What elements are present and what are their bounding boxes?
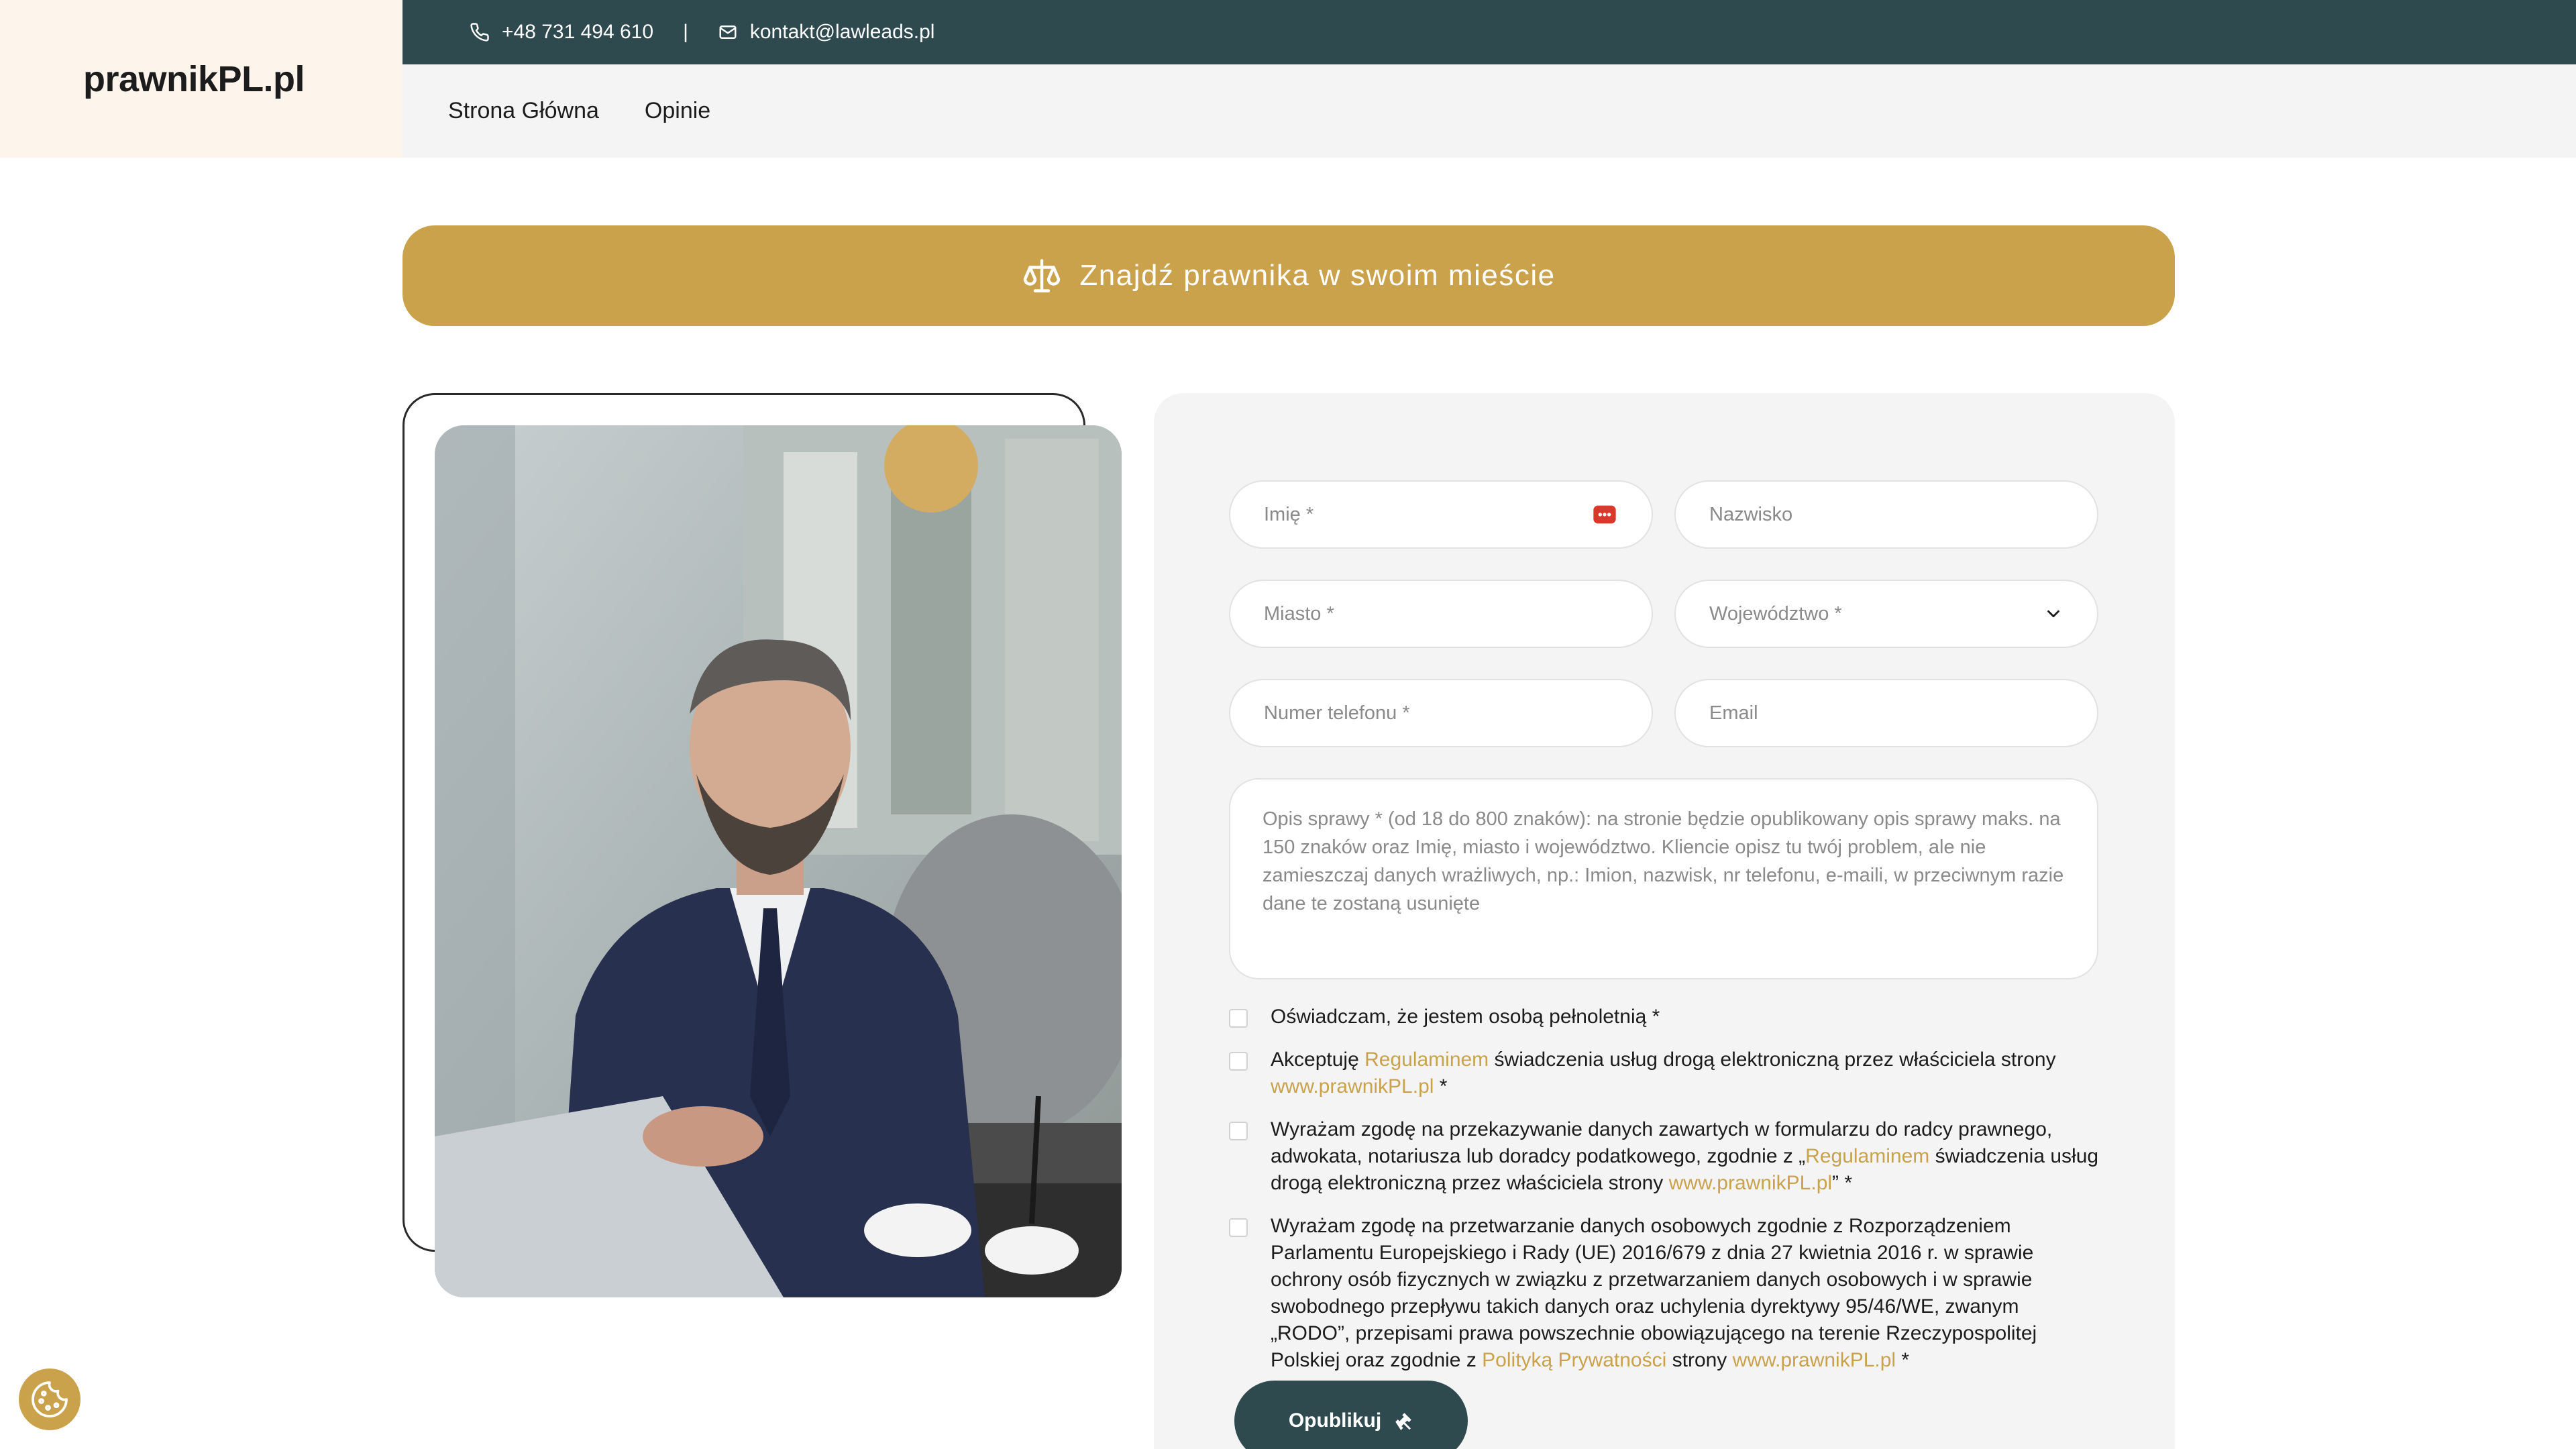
phone-icon — [470, 23, 489, 42]
consent-gdpr-required: * — [1896, 1349, 1910, 1371]
first-name-placeholder: Imię * — [1264, 503, 1314, 525]
email-contact[interactable]: kontakt@lawleads.pl — [718, 21, 935, 44]
cookie-icon — [32, 1381, 68, 1417]
consent-adult-checkbox[interactable] — [1229, 1009, 1248, 1028]
case-description-placeholder: Opis sprawy * (od 18 do 800 znaków): na … — [1263, 808, 2064, 914]
consent-transfer-required: ” * — [1832, 1172, 1853, 1194]
find-lawyer-banner: Znajdź prawnika w swoim mieście — [402, 225, 2175, 326]
email-placeholder: Email — [1709, 702, 1758, 724]
password-manager-icon[interactable] — [1591, 501, 1618, 528]
last-name-placeholder: Nazwisko — [1709, 503, 1793, 525]
consent-terms-label: Akceptuję Regulaminem świadczenia usług … — [1271, 1046, 2101, 1100]
city-input[interactable]: Miasto * — [1229, 580, 1653, 648]
nav-reviews[interactable]: Opinie — [645, 98, 710, 124]
consent-gdpr-text: Wyrażam zgodę na przetwarzanie danych os… — [1271, 1215, 2037, 1371]
privacy-policy-link[interactable]: Polityką Prywatności — [1482, 1349, 1666, 1371]
case-description-textarea[interactable]: Opis sprawy * (od 18 do 800 znaków): na … — [1229, 778, 2098, 979]
banner-title: Znajdź prawnika w swoim mieście — [1079, 259, 1556, 292]
phone-number: +48 731 494 610 — [502, 21, 654, 43]
consents-list: Oświadczam, że jestem osobą pełnoletnią … — [1229, 1004, 2101, 1390]
voivodeship-placeholder: Województwo * — [1709, 602, 1842, 625]
mail-icon — [719, 25, 737, 39]
consent-terms: Akceptuję Regulaminem świadczenia usług … — [1229, 1046, 2101, 1100]
last-name-input[interactable]: Nazwisko — [1674, 480, 2098, 549]
lawyer-photo — [435, 425, 1122, 1297]
phone-placeholder: Numer telefonu * — [1264, 702, 1410, 724]
consent-terms-checkbox[interactable] — [1229, 1052, 1248, 1071]
consent-terms-required: * — [1434, 1075, 1448, 1097]
consent-terms-text-2: świadczenia usług drogą elektroniczną pr… — [1489, 1049, 2056, 1071]
consent-gdpr: Wyrażam zgodę na przetwarzanie danych os… — [1229, 1213, 2101, 1374]
main-nav: Strona Główna Opinie — [402, 64, 2576, 158]
first-name-input[interactable]: Imię * — [1229, 480, 1653, 549]
nav-home[interactable]: Strona Główna — [448, 98, 599, 124]
site-link[interactable]: www.prawnikPL.pl — [1669, 1172, 1832, 1194]
site-link[interactable]: www.prawnikPL.pl — [1733, 1349, 1896, 1371]
terms-link[interactable]: Regulaminem — [1364, 1049, 1489, 1071]
phone-contact[interactable]: +48 731 494 610 — [470, 21, 653, 44]
consent-data-transfer-checkbox[interactable] — [1229, 1122, 1248, 1140]
consent-adult-label: Oświadczam, że jestem osobą pełnoletnią … — [1271, 1006, 1660, 1028]
email-address: kontakt@lawleads.pl — [749, 21, 935, 43]
site-logo[interactable]: prawnikPL.pl — [83, 58, 305, 100]
consent-gdpr-text-2: strony — [1666, 1349, 1733, 1371]
contact-separator: | — [683, 21, 688, 43]
consent-gdpr-label: Wyrażam zgodę na przetwarzanie danych os… — [1271, 1213, 2101, 1374]
phone-input[interactable]: Numer telefonu * — [1229, 679, 1653, 747]
cookie-settings-button[interactable] — [19, 1368, 80, 1430]
consent-terms-text: Akceptuję — [1271, 1049, 1365, 1071]
contact-bar: +48 731 494 610 | kontakt@lawleads.pl — [402, 0, 2576, 64]
city-placeholder: Miasto * — [1264, 602, 1334, 625]
publish-label: Opublikuj — [1288, 1409, 1382, 1432]
terms-link[interactable]: Regulaminem — [1805, 1145, 1929, 1167]
publish-button[interactable]: Opublikuj — [1234, 1381, 1468, 1449]
gavel-icon — [1395, 1413, 1411, 1430]
site-link[interactable]: www.prawnikPL.pl — [1271, 1075, 1434, 1097]
consent-adult: Oświadczam, że jestem osobą pełnoletnią … — [1229, 1004, 2101, 1030]
consent-gdpr-checkbox[interactable] — [1229, 1218, 1248, 1237]
lawyer-illustration — [435, 425, 1122, 1297]
consent-data-transfer-label: Wyrażam zgodę na przekazywanie danych za… — [1271, 1116, 2101, 1197]
voivodeship-select[interactable]: Województwo * — [1674, 580, 2098, 648]
email-input[interactable]: Email — [1674, 679, 2098, 747]
consent-data-transfer: Wyrażam zgodę na przekazywanie danych za… — [1229, 1116, 2101, 1197]
logo-area: prawnikPL.pl — [0, 0, 402, 158]
scales-icon — [1024, 259, 1061, 292]
chevron-down-icon — [2047, 610, 2059, 618]
